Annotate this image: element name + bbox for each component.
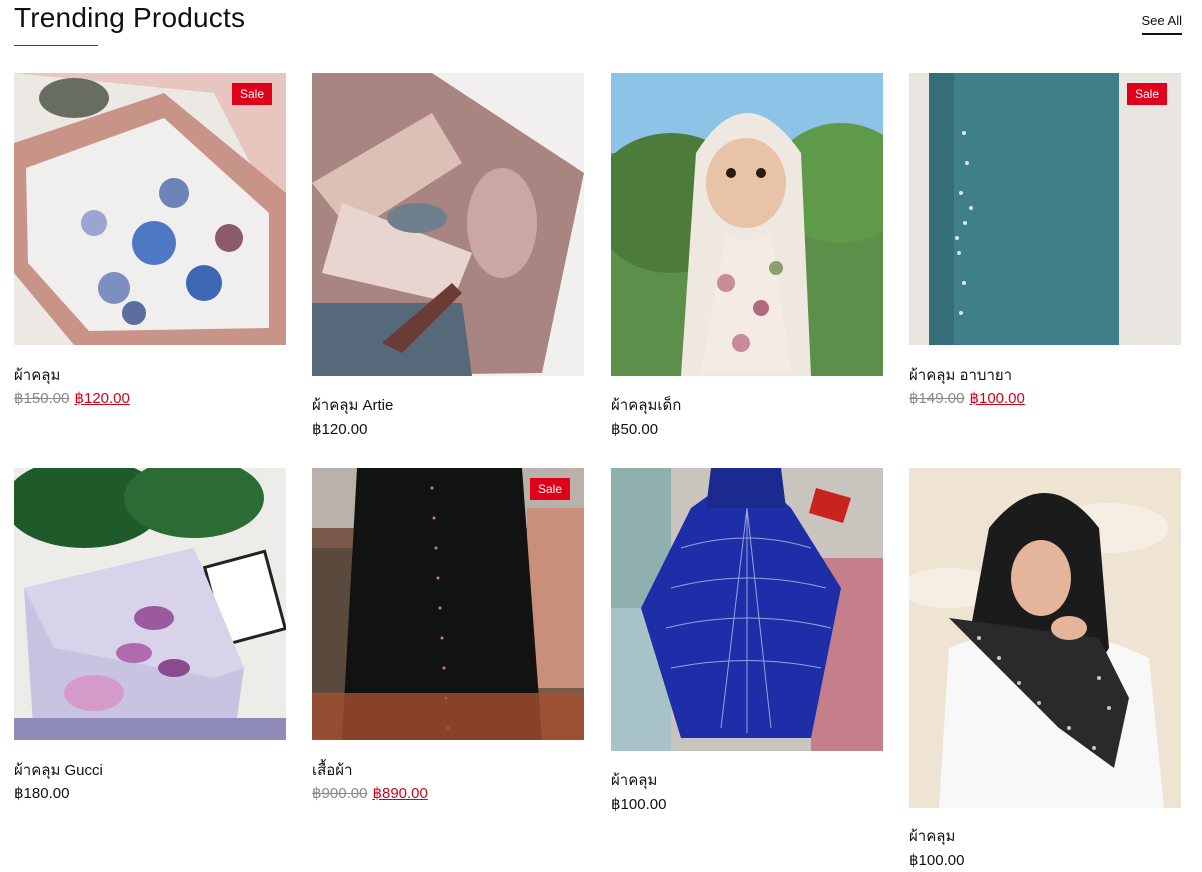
sale-price: ฿890.00 — [372, 785, 428, 802]
price: ฿100.00 — [611, 796, 667, 813]
old-price: ฿900.00 — [312, 785, 368, 802]
product-price: ฿120.00 — [312, 420, 367, 438]
product-image[interactable] — [14, 468, 286, 740]
sale-price: ฿100.00 — [969, 390, 1025, 407]
product-price: ฿180.00 — [14, 784, 69, 802]
product-name[interactable]: ผ้าคลุมเด็ก — [611, 393, 681, 417]
section-header: Trending Products See All — [14, 0, 1182, 50]
product-price: ฿149.00 ฿100.00 — [909, 389, 1025, 407]
product-name[interactable]: ผ้าคลุม — [611, 768, 657, 792]
product-image[interactable] — [611, 468, 883, 751]
product-price: ฿100.00 — [611, 795, 666, 813]
price: ฿50.00 — [611, 421, 659, 438]
product-price: ฿900.00 ฿890.00 — [312, 784, 428, 802]
old-price: ฿150.00 — [14, 390, 70, 407]
product-name[interactable]: ผ้าคลุม Gucci — [14, 758, 103, 782]
old-price: ฿149.00 — [909, 390, 965, 407]
product-image[interactable]: Sale — [909, 73, 1181, 345]
product-name[interactable]: ผ้าคลุม อาบายา — [909, 363, 1012, 387]
sale-badge: Sale — [231, 83, 272, 105]
product-image[interactable] — [909, 468, 1181, 808]
sale-badge: Sale — [529, 478, 570, 500]
product-name[interactable]: ผ้าคลุม — [14, 363, 60, 387]
price: ฿180.00 — [14, 785, 70, 802]
sale-price: ฿120.00 — [74, 390, 130, 407]
product-image[interactable] — [611, 73, 883, 376]
price: ฿100.00 — [909, 852, 965, 869]
price: ฿120.00 — [312, 421, 368, 438]
product-name[interactable]: เสื้อผ้า — [312, 758, 353, 782]
see-all-link[interactable]: See All — [1141, 13, 1182, 35]
product-image[interactable]: Sale — [14, 73, 286, 345]
product-name[interactable]: ผ้าคลุม — [909, 824, 955, 848]
product-price: ฿50.00 — [611, 420, 658, 438]
product-image[interactable]: Sale — [312, 468, 584, 740]
title-underline — [14, 45, 98, 46]
product-price: ฿150.00 ฿120.00 — [14, 389, 130, 407]
product-price: ฿100.00 — [909, 851, 964, 869]
sale-badge: Sale — [1126, 83, 1167, 105]
product-image[interactable] — [312, 73, 584, 376]
product-name[interactable]: ผ้าคลุม Artie — [312, 393, 393, 417]
section-title: Trending Products — [14, 2, 246, 33]
